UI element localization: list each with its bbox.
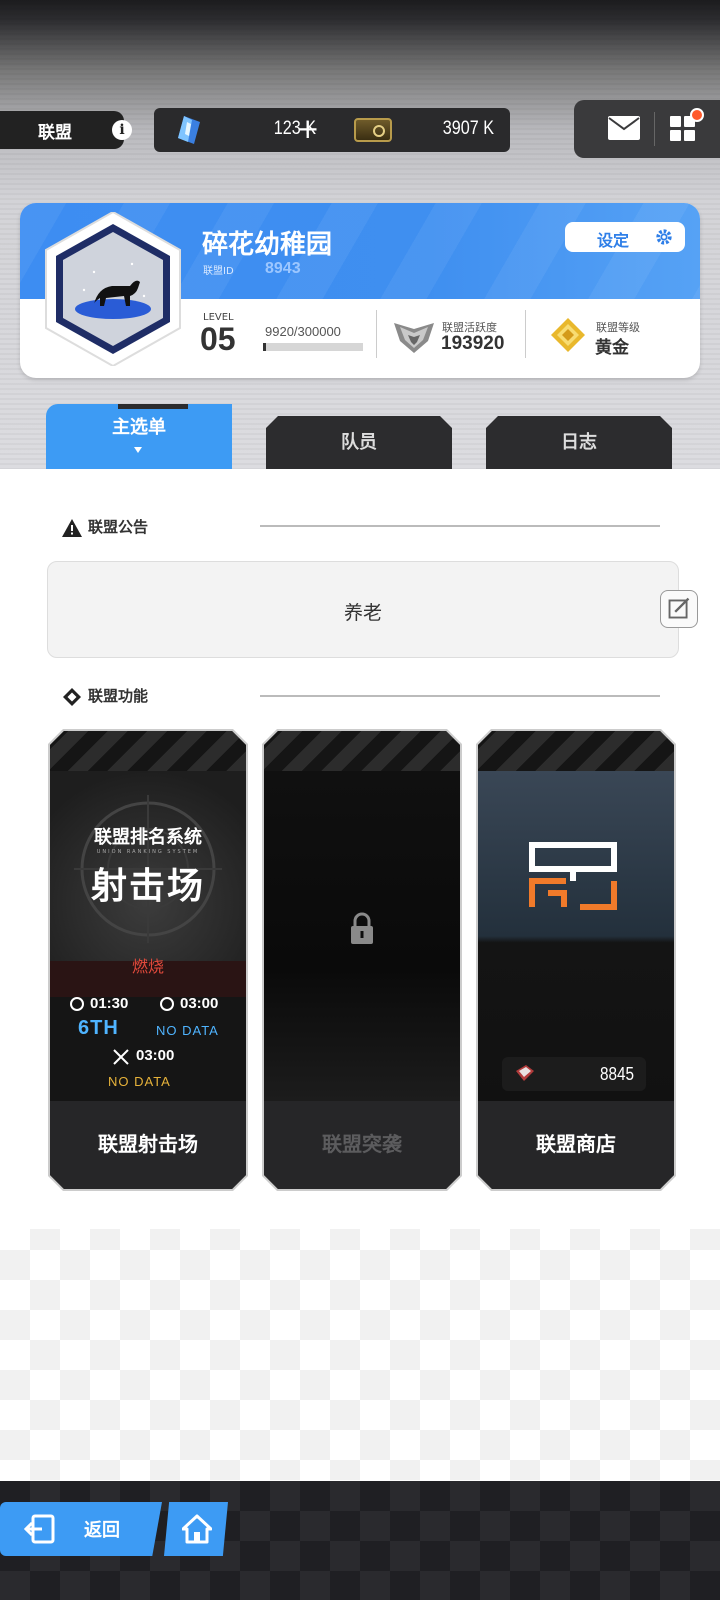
union-shooting-range-card[interactable]: 联盟排名系统 UNION RANKING SYSTEM 射击场 燃烧 01:30… bbox=[50, 731, 246, 1189]
time-left: 01:30 bbox=[90, 995, 129, 1012]
tab-main-menu-label: 主选单 bbox=[112, 417, 166, 438]
activity-value: 193920 bbox=[441, 333, 505, 354]
tab-members[interactable]: 队员 bbox=[266, 416, 452, 469]
add-crystal-button[interactable]: + bbox=[296, 114, 319, 144]
crystal-gem-icon bbox=[178, 116, 200, 144]
exp-text: 9920/300000 bbox=[265, 324, 341, 339]
shop-currency-amount: 8845 bbox=[599, 1064, 634, 1084]
functions-heading: 联盟功能 bbox=[62, 685, 148, 706]
tab-log[interactable]: 日志 bbox=[486, 416, 672, 469]
shop-currency-box: 8845 bbox=[502, 1057, 646, 1091]
caret-down-icon bbox=[134, 447, 142, 453]
clock-icon bbox=[70, 997, 84, 1011]
union-raid-card[interactable]: 联盟突袭 bbox=[264, 731, 460, 1189]
top-right-menu bbox=[574, 100, 720, 158]
shooting-range-label: 联盟射击场 bbox=[50, 1101, 246, 1189]
time-right: 03:00 bbox=[180, 995, 219, 1012]
rank-value: 6TH bbox=[78, 1017, 119, 1039]
back-button[interactable]: 返回 bbox=[0, 1502, 162, 1556]
gear-icon bbox=[656, 229, 672, 245]
stat-divider bbox=[525, 310, 526, 358]
exp-progress-fill bbox=[263, 343, 267, 351]
hazard-stripes bbox=[50, 731, 246, 771]
hazard-stripes bbox=[264, 731, 460, 771]
activity-emblem-icon bbox=[394, 323, 434, 353]
shop-label: 联盟商店 bbox=[478, 1101, 674, 1189]
lock-icon bbox=[350, 912, 374, 946]
functions-heading-text: 联盟功能 bbox=[88, 687, 149, 705]
exit-icon bbox=[24, 1514, 55, 1544]
home-button[interactable] bbox=[164, 1502, 228, 1556]
union-coin-icon bbox=[514, 1065, 534, 1081]
warning-icon bbox=[62, 518, 82, 537]
home-icon bbox=[182, 1514, 212, 1544]
settings-label: 设定 bbox=[597, 231, 630, 250]
announcement-heading: 联盟公告 bbox=[62, 516, 148, 537]
page-title: 联盟 bbox=[38, 122, 72, 143]
shop-art bbox=[478, 771, 674, 1101]
grade-value: 黄金 bbox=[595, 338, 629, 358]
boss-no-data: NO DATA bbox=[108, 1074, 171, 1089]
rank-no-data: NO DATA bbox=[156, 1023, 219, 1038]
union-emblem-icon bbox=[45, 212, 181, 366]
union-id-label: 联盟ID bbox=[203, 266, 234, 277]
tab-active-marker bbox=[118, 404, 188, 409]
back-label: 返回 bbox=[84, 1520, 120, 1541]
union-name: 碎花幼稚园 bbox=[202, 230, 333, 260]
raid-label: 联盟突袭 bbox=[264, 1101, 460, 1189]
crossed-swords-icon bbox=[112, 1048, 130, 1066]
notification-dot bbox=[690, 108, 704, 122]
info-icon[interactable]: i bbox=[112, 120, 132, 140]
clock-icon bbox=[160, 997, 174, 1011]
time-boss: 03:00 bbox=[136, 1047, 175, 1064]
announcement-heading-text: 联盟公告 bbox=[88, 518, 149, 536]
gold-grade-icon bbox=[551, 318, 585, 352]
hazard-stripes bbox=[478, 731, 674, 771]
art-title: 联盟排名系统 bbox=[94, 827, 202, 848]
art-big-title: 射击场 bbox=[90, 866, 205, 907]
edit-announcement-button[interactable] bbox=[660, 590, 698, 628]
art-subtitle: UNION RANKING SYSTEM bbox=[96, 849, 200, 855]
stat-divider bbox=[376, 310, 377, 358]
page-title-tag: 联盟 i bbox=[0, 111, 132, 149]
section-divider bbox=[260, 525, 660, 527]
announcement-box: 养老 bbox=[47, 561, 679, 658]
union-shop-card[interactable]: 8845 联盟商店 bbox=[478, 731, 674, 1189]
announcement-text: 养老 bbox=[343, 602, 382, 624]
edit-icon bbox=[668, 597, 690, 619]
ticket-icon bbox=[354, 118, 392, 142]
ticket-amount: 3907 K bbox=[442, 118, 494, 139]
menu-divider bbox=[654, 112, 655, 146]
settings-button[interactable]: 设定 bbox=[565, 222, 685, 252]
tab-log-label: 日志 bbox=[561, 432, 597, 453]
shop-logo-icon bbox=[528, 841, 618, 911]
exp-progress-bar bbox=[263, 343, 363, 351]
resource-bar: 123 K + 3907 K bbox=[154, 108, 510, 152]
diamond-icon bbox=[63, 687, 81, 706]
mail-icon[interactable] bbox=[608, 116, 640, 140]
tab-main-menu[interactable]: 主选单 bbox=[46, 404, 232, 469]
level-value: 05 bbox=[200, 321, 236, 357]
section-divider bbox=[260, 695, 660, 697]
burn-status: 燃烧 bbox=[131, 957, 164, 976]
tab-members-label: 队员 bbox=[341, 432, 377, 453]
union-id: 8943 bbox=[265, 260, 301, 277]
checker-background bbox=[0, 1220, 720, 1480]
